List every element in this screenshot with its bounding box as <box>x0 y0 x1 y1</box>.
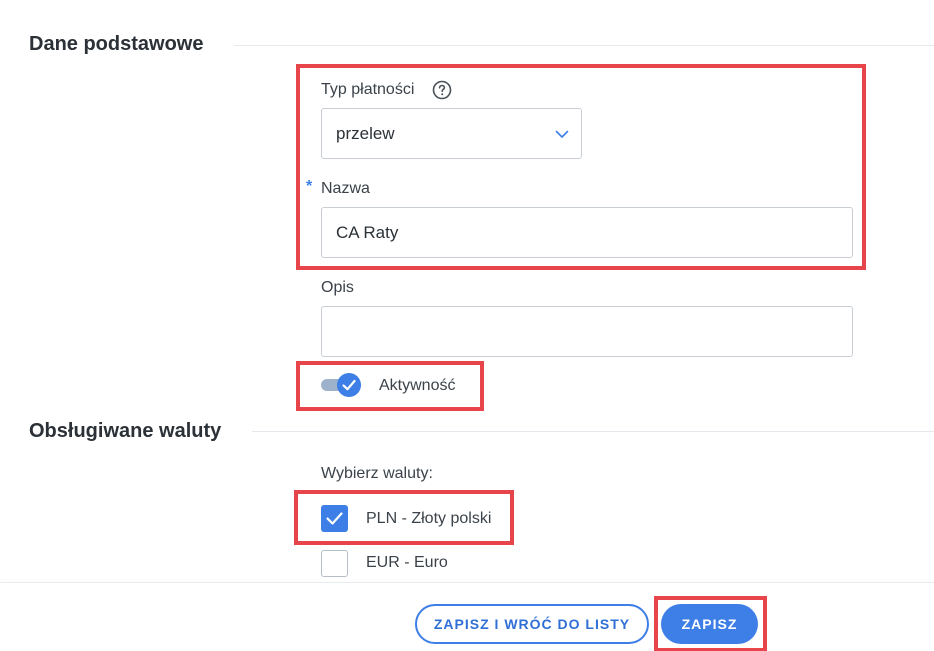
question-circle-icon[interactable] <box>432 80 452 100</box>
chevron-down-icon <box>555 130 569 138</box>
section-divider <box>252 431 934 432</box>
activity-label: Aktywność <box>379 377 456 394</box>
payment-type-label: Typ płatności <box>321 81 415 98</box>
name-field[interactable]: CA Raty <box>321 207 853 258</box>
required-asterisk: * <box>306 178 313 195</box>
activity-toggle[interactable] <box>321 373 361 397</box>
name-value: CA Raty <box>336 222 399 242</box>
currency-checkbox-pln[interactable] <box>321 505 348 532</box>
save-and-return-button[interactable]: ZAPISZ I WRÓĆ DO LISTY <box>415 604 649 644</box>
currency-label-eur: EUR - Euro <box>366 554 448 571</box>
section-divider <box>234 45 934 46</box>
payment-type-select[interactable]: przelew <box>321 108 582 159</box>
footer-divider <box>0 582 934 583</box>
section-title-basic: Dane podstawowe <box>29 33 204 55</box>
section-title-currencies: Obsługiwane waluty <box>29 420 222 442</box>
toggle-knob <box>337 373 361 397</box>
description-label: Opis <box>321 279 354 296</box>
currency-checkbox-eur[interactable] <box>321 550 348 577</box>
checkmark-icon <box>342 379 356 391</box>
payment-type-value: przelew <box>336 123 395 143</box>
name-label: Nazwa <box>321 180 370 197</box>
currency-label-pln: PLN - Złoty polski <box>366 510 492 527</box>
description-field[interactable] <box>321 306 853 357</box>
checkmark-icon <box>326 512 343 525</box>
save-button[interactable]: ZAPISZ <box>661 604 758 644</box>
currencies-prompt: Wybierz waluty: <box>321 465 433 482</box>
